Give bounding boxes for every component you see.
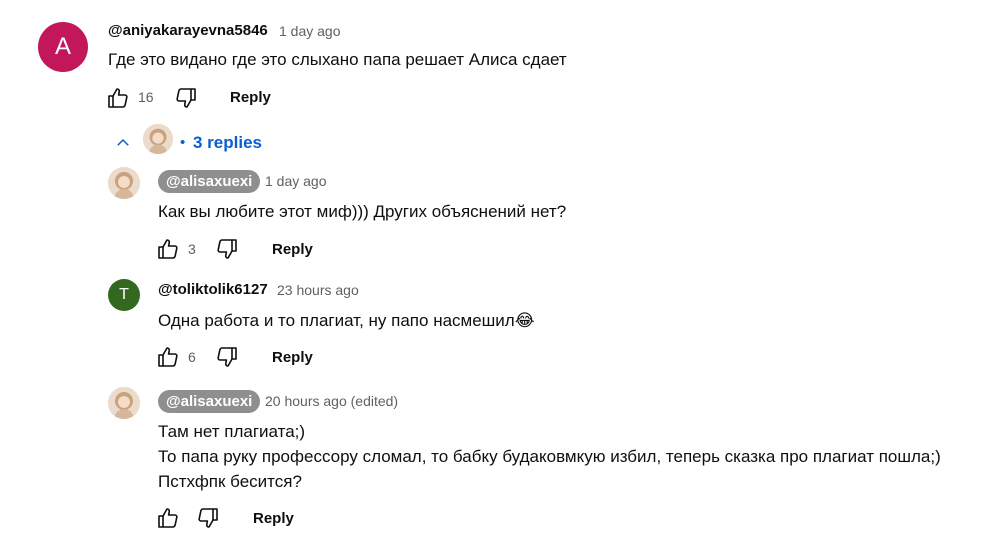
comment-time[interactable]: 23 hours ago (277, 282, 359, 298)
like-count: 3 (188, 241, 196, 257)
avatar[interactable] (108, 167, 140, 199)
like-button[interactable] (104, 84, 132, 112)
comment-time[interactable]: 20 hours ago (edited) (265, 393, 398, 409)
chevron-up-icon (117, 138, 129, 146)
comment-author[interactable]: @alisaxuexi (158, 170, 261, 193)
avatar[interactable]: T (108, 279, 140, 311)
comment-text: Как вы любите этот миф))) Других объясне… (158, 202, 567, 221)
like-count: 6 (188, 349, 196, 365)
thumbs-up-icon (158, 508, 178, 528)
replier-avatar (143, 124, 173, 154)
reply-button[interactable]: Reply (230, 89, 271, 106)
replies-toggle-label[interactable]: 3 replies (193, 133, 262, 153)
comment-time[interactable]: 1 day ago (265, 173, 327, 189)
comment-text-line: То папа руку профессору сломал, то бабку… (158, 447, 941, 466)
comment-author[interactable]: @alisaxuexi (158, 390, 261, 413)
reply-button[interactable]: Reply (253, 510, 294, 527)
comment-text-line: Там нет плагиата;) (158, 422, 306, 441)
comment-text: Одна работа и то плагиат, ну папо насмеш… (158, 311, 535, 330)
thumbs-down-icon (176, 88, 196, 108)
comment-time[interactable]: 1 day ago (279, 23, 341, 39)
comment-text: Где это видано где это слыхано папа реша… (108, 50, 567, 69)
thumbs-down-icon (217, 239, 237, 259)
thumbs-down-icon (217, 347, 237, 367)
thumbs-up-icon (108, 88, 128, 108)
dislike-button[interactable] (213, 343, 241, 371)
person-photo-icon (108, 387, 140, 419)
comment-author[interactable]: @aniyakarayevna5846 (108, 22, 268, 39)
avatar[interactable] (108, 387, 140, 419)
dislike-button[interactable] (172, 84, 200, 112)
thumbs-up-icon (158, 347, 178, 367)
replies-toggle-button[interactable] (112, 132, 134, 154)
separator-dot: • (180, 134, 186, 151)
comment-text-line: Пстхфпк бесится? (158, 472, 302, 491)
avatar[interactable]: A (38, 22, 88, 72)
comment-author[interactable]: @toliktolik6127 (158, 281, 268, 298)
reply-button[interactable]: Reply (272, 241, 313, 258)
person-photo-icon (108, 167, 140, 199)
person-photo-icon (143, 124, 173, 154)
thumbs-up-icon (158, 239, 178, 259)
like-button[interactable] (154, 343, 182, 371)
reply-button[interactable]: Reply (272, 349, 313, 366)
like-count: 16 (138, 89, 154, 105)
like-button[interactable] (154, 504, 182, 532)
thumbs-down-icon (198, 508, 218, 528)
avatar-letter: T (119, 286, 129, 303)
avatar-letter: A (54, 33, 71, 60)
dislike-button[interactable] (194, 504, 222, 532)
dislike-button[interactable] (213, 235, 241, 263)
like-button[interactable] (154, 235, 182, 263)
